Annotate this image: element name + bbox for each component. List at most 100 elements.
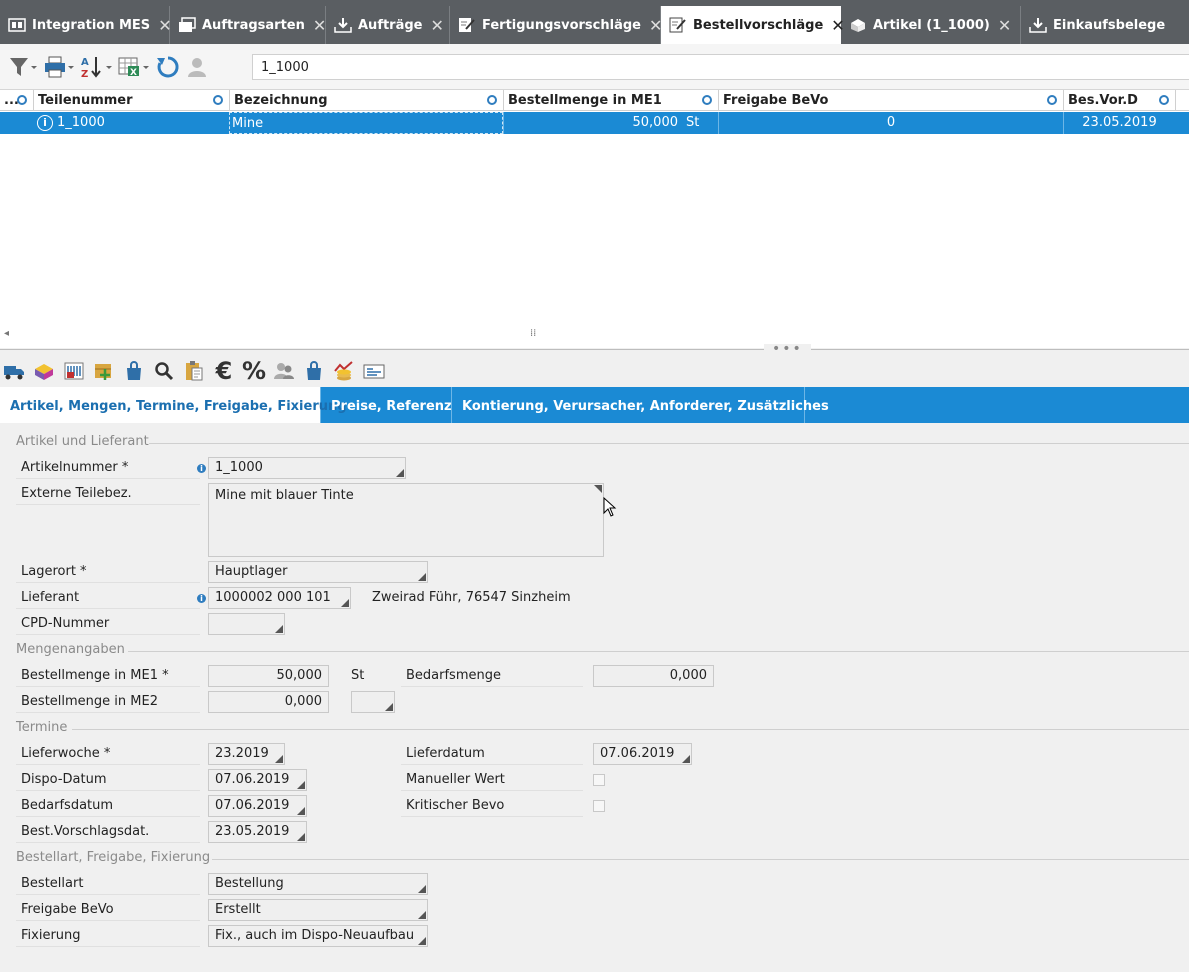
dropdown-icon[interactable] xyxy=(385,703,393,711)
horizontal-scrollbar[interactable]: ◂ ⁞⁞ xyxy=(0,328,1189,340)
column-options-icon[interactable] xyxy=(17,95,27,105)
table-row[interactable]: i 1_1000 Mine 50,000 St 0 23.05.2019 xyxy=(0,112,1189,134)
tab-bestellvorschlaege[interactable]: Bestellvorschläge ✕ xyxy=(661,6,845,44)
download-icon xyxy=(1029,16,1047,34)
column-header-bes-vor-d[interactable]: Bes.Vor.D xyxy=(1063,90,1175,111)
column-options-icon[interactable] xyxy=(487,95,497,105)
lookup-icon[interactable] xyxy=(275,625,283,633)
print-icon[interactable] xyxy=(44,54,76,80)
unit-me2-field[interactable] xyxy=(351,691,395,713)
calendar-icon[interactable] xyxy=(297,833,305,841)
section-bestellart: Bestellart, Freigabe, Fixierung xyxy=(16,850,1189,865)
user-icon[interactable] xyxy=(186,54,208,80)
calendar-icon[interactable] xyxy=(297,781,305,789)
truck-icon[interactable] xyxy=(2,359,26,383)
splitter-handle-icon[interactable]: ••• xyxy=(764,342,811,356)
users-icon[interactable] xyxy=(272,359,296,383)
tab-kontierung[interactable]: Kontierung, Verursacher, Anforderer, Zus… xyxy=(452,387,829,423)
tab-auftragsarten[interactable]: Auftragsarten ✕ xyxy=(170,6,326,44)
artikelnummer-field[interactable]: 1_1000 xyxy=(208,457,406,479)
column-options-icon[interactable] xyxy=(1159,95,1169,105)
bestellart-select[interactable]: Bestellung xyxy=(208,873,428,895)
box-add-icon[interactable] xyxy=(92,359,116,383)
resize-icon[interactable] xyxy=(594,485,602,493)
card-icon[interactable] xyxy=(362,359,386,383)
column-header-teilenummer[interactable]: Teilenummer xyxy=(33,90,229,111)
cell-bes-vor-d[interactable]: 23.05.2019 xyxy=(1063,112,1175,134)
dropdown-icon[interactable] xyxy=(418,937,426,945)
scroll-left-icon[interactable]: ◂ xyxy=(4,328,9,339)
freigabe-bevo-select[interactable]: Erstellt xyxy=(208,899,428,921)
lagerort-field[interactable]: Hauptlager xyxy=(208,561,428,583)
euro-icon[interactable]: € xyxy=(212,357,236,385)
info-circle-icon[interactable]: i xyxy=(37,114,53,131)
box-icon xyxy=(849,16,867,34)
scroll-grip-icon[interactable]: ⁞⁞ xyxy=(530,328,536,339)
calendar-icon[interactable] xyxy=(682,755,690,763)
sort-icon[interactable]: AZ xyxy=(80,54,114,80)
lieferant-field[interactable]: 1000002 000 101 xyxy=(208,587,351,609)
info-icon[interactable]: i xyxy=(197,464,206,473)
bag-lock-icon[interactable] xyxy=(302,359,326,383)
panel-splitter[interactable]: ••• xyxy=(0,342,1189,356)
kritischer-bevo-checkbox[interactable] xyxy=(593,800,605,812)
tab-artikel-mengen[interactable]: Artikel, Mengen, Termine, Freigabe, Fixi… xyxy=(0,387,347,424)
tab-integration-mes[interactable]: Integration MES ✕ xyxy=(0,6,172,44)
best-vorschlagsdat-field[interactable]: 23.05.2019 xyxy=(208,821,307,843)
lookup-icon[interactable] xyxy=(341,599,349,607)
lieferdatum-field[interactable]: 07.06.2019 xyxy=(593,743,692,765)
lookup-icon[interactable] xyxy=(396,469,404,477)
calendar-icon[interactable] xyxy=(275,755,283,763)
fixierung-select[interactable]: Fix., auch im Dispo-Neuaufbau xyxy=(208,925,428,947)
search-icon[interactable] xyxy=(152,359,176,383)
tab-einkaufsbelege[interactable]: Einkaufsbelege xyxy=(1021,6,1189,44)
externe-teilebez-field[interactable]: Mine mit blauer Tinte xyxy=(208,483,604,557)
bestellmenge-me2-field[interactable]: 0,000 xyxy=(208,691,329,713)
column-header-bezeichnung[interactable]: Bezeichnung xyxy=(229,90,503,111)
calendar-icon[interactable] xyxy=(297,807,305,815)
tab-preise-referenz[interactable]: Preise, Referenz xyxy=(321,387,452,423)
cell-teilenummer[interactable]: i 1_1000 xyxy=(33,112,229,134)
dropdown-icon[interactable] xyxy=(418,573,426,581)
refresh-icon[interactable] xyxy=(156,54,180,80)
percent-icon[interactable]: % xyxy=(242,357,266,385)
cell-bestellmenge[interactable]: 50,000 St xyxy=(503,112,718,134)
edit-doc-icon xyxy=(669,16,687,34)
filter-input[interactable] xyxy=(252,54,1189,80)
cell-bezeichnung[interactable]: Mine xyxy=(229,112,503,134)
lieferwoche-field[interactable]: 23.2019 xyxy=(208,743,285,765)
tab-artikel[interactable]: Artikel (1_1000) ✕ xyxy=(841,6,1021,44)
dispo-datum-field[interactable]: 07.06.2019 xyxy=(208,769,307,791)
label-best-vorschlagsdat: Best.Vorschlagsdat. xyxy=(16,821,200,843)
column-header-more[interactable]: ... xyxy=(0,90,33,111)
column-header-bestellmenge[interactable]: Bestellmenge in ME1 xyxy=(503,90,718,111)
close-icon[interactable]: ✕ xyxy=(431,16,444,35)
dropdown-icon[interactable] xyxy=(418,911,426,919)
cell-freigabe[interactable]: 0 xyxy=(718,112,1063,134)
manueller-wert-checkbox[interactable] xyxy=(593,774,605,786)
close-icon[interactable]: ✕ xyxy=(998,16,1011,35)
package-icon[interactable] xyxy=(32,359,56,383)
tab-auftraege[interactable]: Aufträge ✕ xyxy=(326,6,450,44)
column-options-icon[interactable] xyxy=(1047,95,1057,105)
info-icon[interactable]: i xyxy=(197,594,206,603)
bestellmenge-me1-field[interactable]: 50,000 xyxy=(208,665,329,687)
column-options-icon[interactable] xyxy=(213,95,223,105)
barcode-list-icon[interactable] xyxy=(62,359,86,383)
dropdown-icon[interactable] xyxy=(418,885,426,893)
close-icon[interactable]: ✕ xyxy=(313,16,326,35)
tab-fertigungsvorschlaege[interactable]: Fertigungsvorschläge ✕ xyxy=(450,6,662,44)
column-options-icon[interactable] xyxy=(702,95,712,105)
label-externe-teilebez: Externe Teilebez. xyxy=(16,483,200,505)
column-header-freigabe[interactable]: Freigabe BeVo xyxy=(718,90,1063,111)
label-lieferdatum: Lieferdatum xyxy=(401,743,583,765)
filter-icon[interactable] xyxy=(8,54,38,80)
clipboard-icon[interactable] xyxy=(182,359,206,383)
bedarfsdatum-field[interactable]: 07.06.2019 xyxy=(208,795,307,817)
grid-header: ... Teilenummer Bezeichnung Bestellmenge… xyxy=(0,90,1189,111)
excel-export-icon[interactable]: X xyxy=(118,54,152,80)
bag-icon[interactable] xyxy=(122,359,146,383)
cpd-nummer-field[interactable] xyxy=(208,613,285,635)
svg-text:Z: Z xyxy=(81,69,88,79)
chart-coins-icon[interactable] xyxy=(332,359,356,383)
